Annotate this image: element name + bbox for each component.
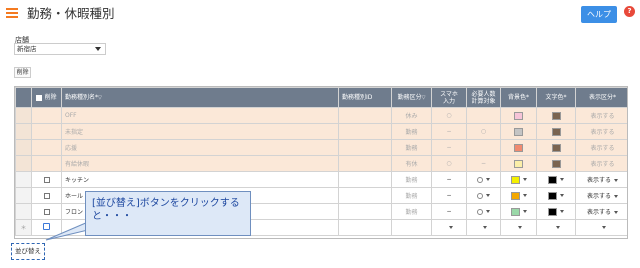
app: 勤務・休暇種別 ヘルプ ? 店舗 新宿店 削除 削除 勤務種別名*▽ 勤務種別I…: [0, 0, 640, 268]
callout-box: [並び替え]ボタンをクリックすると・・・: [85, 191, 251, 236]
sort-button[interactable]: 並び替え: [11, 243, 45, 260]
